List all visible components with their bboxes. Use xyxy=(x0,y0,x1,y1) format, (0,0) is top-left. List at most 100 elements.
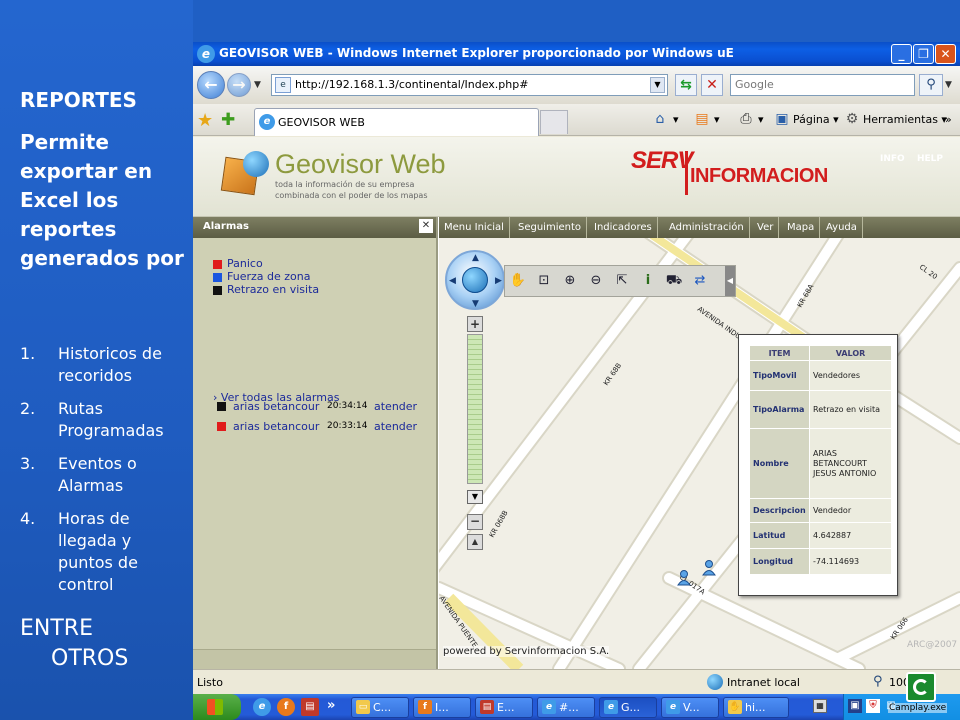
page-menu[interactable]: Página ▾ xyxy=(793,113,839,126)
legend-label: Panico xyxy=(227,257,263,270)
add-favorites-icon[interactable]: ✚ xyxy=(221,110,235,130)
page-menu-icon[interactable]: ▣ xyxy=(773,110,791,128)
menu-item-seguimiento[interactable]: Seguimiento xyxy=(513,217,588,238)
taskbar-button-active[interactable]: e G... xyxy=(599,697,657,718)
tools-gear-icon[interactable]: ⚙ xyxy=(843,110,861,128)
measure-icon[interactable]: ⇱ xyxy=(613,272,631,290)
slide-footer-line1: ENTRE xyxy=(20,616,93,641)
pan-hand-icon[interactable]: ✋ xyxy=(509,272,527,290)
zoom-out-button[interactable]: − xyxy=(467,514,483,530)
menu-item-indicadores[interactable]: Indicadores xyxy=(589,217,658,238)
search-dropdown-icon[interactable]: ▼ xyxy=(945,80,952,90)
pan-up-arrow-icon[interactable]: ▲ xyxy=(472,253,479,263)
zoom-in-icon[interactable]: ⊕ xyxy=(561,272,579,290)
vehicle-marker-icon[interactable] xyxy=(702,560,716,576)
more-chevron-icon[interactable]: » xyxy=(327,698,335,713)
more-chevron-icon[interactable]: » xyxy=(945,113,952,126)
history-dropdown-icon[interactable]: ▼ xyxy=(254,80,261,90)
firefox-icon: f xyxy=(418,700,432,714)
globe-logo-icon xyxy=(243,151,269,177)
notebook-icon[interactable]: ▤ xyxy=(301,698,319,716)
slide-footer-line2: OTROS xyxy=(51,646,129,671)
zoom-slider[interactable] xyxy=(467,334,483,484)
list-text: Horas de llegada y puntos de control xyxy=(58,509,138,594)
close-icon[interactable]: ✕ xyxy=(419,219,433,233)
menu-item-ver[interactable]: Ver xyxy=(752,217,780,238)
refresh-button[interactable]: ⇆ xyxy=(675,74,697,96)
vehicle-marker-icon[interactable] xyxy=(677,570,691,586)
pan-down-arrow-icon[interactable]: ▼ xyxy=(472,299,479,309)
search-box[interactable]: Google xyxy=(730,74,915,96)
zoom-in-button[interactable]: + xyxy=(467,316,483,332)
refresh-icon[interactable]: ⇄ xyxy=(691,272,709,290)
pan-control[interactable]: ▲ ▼ ◀ ▶ xyxy=(445,250,505,310)
stop-button[interactable]: ✕ xyxy=(701,74,723,96)
attend-link[interactable]: atender xyxy=(374,420,417,433)
shield-icon[interactable]: ⛨ xyxy=(866,699,880,713)
maximize-button[interactable]: ❐ xyxy=(913,44,934,64)
vehicle-icon[interactable]: ⛟ xyxy=(665,272,683,290)
taskbar: e f ▤ » ▭ C... f I... ▤ E... e #... e G... eV… xyxy=(193,694,960,720)
search-icon[interactable]: ⚲ xyxy=(919,74,943,96)
pan-right-arrow-icon[interactable]: ▶ xyxy=(495,276,502,286)
feeds-dropdown-icon[interactable]: ▾ xyxy=(714,113,720,126)
globe-icon xyxy=(707,674,723,690)
title-bar[interactable]: e GEOVISOR WEB - Windows Internet Explor… xyxy=(193,42,960,66)
address-bar[interactable]: e http://192.168.1.3/continental/Index.p… xyxy=(271,74,668,96)
forward-button[interactable]: → xyxy=(227,73,251,97)
back-button[interactable]: ← xyxy=(197,71,225,99)
ie-icon[interactable]: e xyxy=(253,698,271,716)
feeds-icon[interactable]: ▤ xyxy=(693,110,711,128)
menu-item-mapa[interactable]: Mapa xyxy=(782,217,821,238)
hand-icon: ✋ xyxy=(728,700,742,714)
new-tab-button[interactable] xyxy=(540,110,568,134)
info-icon[interactable]: i xyxy=(639,272,657,290)
close-button[interactable]: ✕ xyxy=(935,44,956,64)
address-dropdown-icon[interactable]: ▼ xyxy=(650,77,665,93)
help-link[interactable]: HELP xyxy=(917,154,943,164)
keyboard-icon[interactable]: ▦ xyxy=(813,699,827,713)
zoom-magnifier-icon[interactable]: ⚲ xyxy=(873,674,883,689)
favorites-star-icon[interactable]: ★ xyxy=(197,110,213,131)
security-zone[interactable]: Intranet local xyxy=(727,676,800,689)
home-dropdown-icon[interactable]: ▾ xyxy=(673,113,679,126)
zoom-box-icon[interactable]: ⊡ xyxy=(535,272,553,290)
attend-link[interactable]: atender xyxy=(374,400,417,413)
info-link[interactable]: INFO xyxy=(880,154,905,164)
search-input[interactable]: Google xyxy=(735,78,774,91)
list-item: 2. Rutas Programadas xyxy=(20,398,190,442)
app-header: Geovisor Web toda la información de su e… xyxy=(193,137,960,217)
pan-left-arrow-icon[interactable]: ◀ xyxy=(449,276,456,286)
zoom-slider-handle[interactable]: ▼ xyxy=(467,490,483,504)
menu-item-ayuda[interactable]: Ayuda xyxy=(821,217,863,238)
collapse-toolbar-icon[interactable]: ◀ xyxy=(725,266,735,296)
taskbar-button[interactable]: f I... xyxy=(413,697,471,718)
menu-item-inicial[interactable]: Menu Inicial xyxy=(439,217,510,238)
window-title: GEOVISOR WEB - Windows Internet Explorer… xyxy=(219,46,734,60)
start-button[interactable] xyxy=(193,694,241,720)
taskbar-button[interactable]: ✋ hi... xyxy=(723,697,789,718)
slide-heading: REPORTES xyxy=(20,88,137,112)
print-dropdown-icon[interactable]: ▾ xyxy=(758,113,764,126)
tab-geovisor[interactable]: e GEOVISOR WEB xyxy=(254,108,539,136)
print-icon[interactable]: ⎙ xyxy=(737,110,755,128)
tools-menu[interactable]: Herramientas ▾ xyxy=(863,113,947,126)
page-content: Geovisor Web toda la información de su e… xyxy=(193,137,960,669)
taskbar-button[interactable]: ▭ C... xyxy=(351,697,409,718)
home-icon[interactable]: ⌂ xyxy=(651,110,669,128)
zoom-out-icon[interactable]: ⊖ xyxy=(587,272,605,290)
legend-label: Fuerza de zona xyxy=(227,270,311,283)
camplay-app-icon[interactable] xyxy=(906,672,936,702)
minimize-button[interactable]: _ xyxy=(891,44,912,64)
app-tagline: combinada con el poder de los mapas xyxy=(275,191,428,200)
taskbar-button[interactable]: ▤ E... xyxy=(475,697,533,718)
brand-logo-bar xyxy=(685,151,688,195)
zoom-reset-button[interactable]: ▲ xyxy=(467,534,483,550)
taskbar-button[interactable]: e V... xyxy=(661,697,719,718)
firefox-icon[interactable]: f xyxy=(277,698,295,716)
address-input[interactable]: http://192.168.1.3/continental/Index.php… xyxy=(295,78,528,91)
alarms-panel: Alarmas ✕ Panico Fuerza de zona Retrazo … xyxy=(193,217,438,669)
taskbar-button[interactable]: e #... xyxy=(537,697,595,718)
tray-app-icon[interactable]: ▣ xyxy=(848,699,862,713)
menu-item-administracion[interactable]: Administración xyxy=(664,217,750,238)
